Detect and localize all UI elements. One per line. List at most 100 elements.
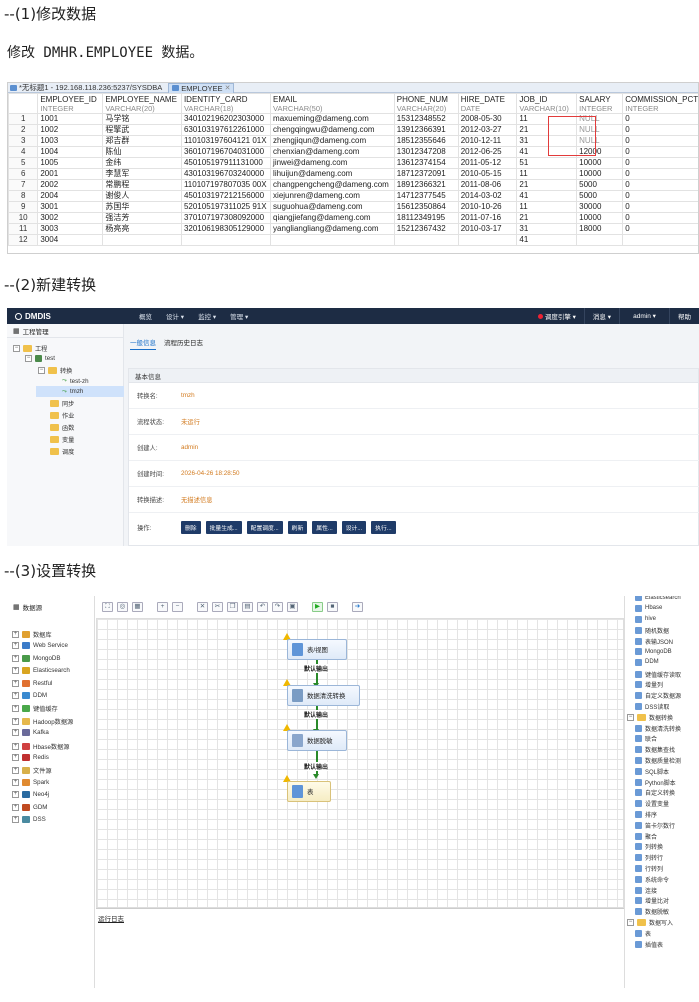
nav-messages[interactable]: 消息 ▾	[583, 308, 619, 324]
table-cell[interactable]: 2010-10-26	[457, 201, 518, 213]
tree-item-job[interactable]: 作业	[50, 411, 74, 420]
tab-general-info[interactable]: 一般信息	[130, 337, 156, 350]
table-cell[interactable]: 370107197308092000	[180, 212, 272, 224]
table-cell[interactable]: qiangjiefang@dameng.com	[270, 212, 395, 224]
table-cell[interactable]	[457, 234, 518, 246]
component-item[interactable]: 数据清洗转换	[635, 724, 681, 733]
table-cell[interactable]: 1002	[37, 124, 104, 136]
table-cell[interactable]: 18512355646	[393, 135, 459, 147]
tree-item-sync[interactable]: 同步	[50, 399, 74, 408]
column-header[interactable]: JOB_ID VARCHAR(10)	[516, 93, 578, 114]
component-item[interactable]: MongoDB	[635, 648, 672, 655]
tree-item-test-zh[interactable]: ⤳ test-zh	[62, 377, 89, 385]
grid-toggle-icon[interactable]: ▦	[132, 602, 143, 612]
table-cell[interactable]: 520105197311025 91X	[180, 201, 272, 213]
table-cell[interactable]: 马学铭	[102, 113, 182, 125]
tree-item-test[interactable]: − test	[25, 355, 55, 362]
column-header[interactable]: EMAIL VARCHAR(50)	[270, 93, 395, 114]
table-row[interactable]: 11 3003 杨亮亮 320106198305129000 yanglianglian…	[8, 223, 698, 235]
delete-button[interactable]: 删除	[181, 520, 201, 534]
collapse-icon[interactable]: −	[38, 367, 45, 374]
component-group[interactable]: − 数据写入	[627, 918, 673, 927]
tab-sql-editor[interactable]: *无标题1 - 192.168.118.236:5237/SYSDBA	[10, 83, 162, 93]
component-item[interactable]: hive	[635, 615, 656, 623]
collapse-icon[interactable]: −	[25, 355, 32, 362]
table-row[interactable]: 123004413004	[8, 234, 698, 246]
tree-item-transform[interactable]: − 转换	[38, 366, 72, 375]
nav-user[interactable]: admin ▾	[619, 308, 669, 324]
copy-icon[interactable]: ❐	[227, 602, 238, 612]
redo-icon[interactable]: ↷	[272, 602, 283, 612]
table-cell[interactable]: 51	[516, 157, 578, 169]
table-cell[interactable]: 3003	[37, 223, 104, 235]
save-icon[interactable]: ▣	[287, 602, 298, 612]
table-cell[interactable]: changpengcheng@dameng.com	[270, 179, 395, 191]
component-item[interactable]: 列转行	[635, 853, 663, 862]
table-cell[interactable]: 李慧军	[102, 168, 182, 180]
table-cell[interactable]: 0	[622, 212, 698, 224]
table-cell[interactable]: 13912366391	[393, 124, 459, 136]
table-cell[interactable]: 340102196202303000	[180, 113, 272, 125]
table-cell[interactable]: 110107197807035 00X	[180, 179, 272, 191]
table-cell[interactable]: 21	[516, 179, 578, 191]
component-item[interactable]: 聚合	[635, 832, 657, 841]
table-cell[interactable]: 15312348552	[393, 113, 459, 125]
datasource-item[interactable]: + Web Service	[12, 642, 68, 650]
expand-icon[interactable]: +	[12, 679, 19, 687]
table-cell[interactable]: 郑吉群	[102, 135, 182, 147]
expand-icon[interactable]: +	[12, 692, 19, 699]
table-cell[interactable]: 11	[516, 201, 578, 213]
expand-icon[interactable]: +	[12, 717, 19, 725]
table-cell[interactable]: 0	[622, 223, 698, 235]
table-cell[interactable]: suguohua@dameng.com	[270, 201, 395, 213]
nav-manage[interactable]: 管理 ▾	[223, 311, 255, 321]
config-schedule-button[interactable]: 配置调度...	[246, 520, 283, 534]
table-cell[interactable]: 13012347208	[393, 146, 459, 158]
table-cell[interactable]	[622, 234, 698, 246]
component-item[interactable]: 系统命令	[635, 875, 669, 884]
column-header[interactable]: EMPLOYEE_ID INTEGER	[37, 93, 104, 114]
expand-icon[interactable]: +	[12, 631, 19, 638]
zoom-in-icon[interactable]: +	[157, 602, 168, 612]
table-cell[interactable]: chengqingwu@dameng.com	[270, 124, 395, 136]
table-row[interactable]: 5 1005 金纬 450105197911131000 jinwei@dameng.c…	[8, 157, 698, 169]
expand-icon[interactable]: +	[12, 778, 19, 786]
component-item[interactable]: 增量比对	[635, 896, 669, 905]
forward-icon[interactable]: ➜	[352, 602, 363, 612]
table-cell[interactable]: 谢俊人	[102, 190, 182, 202]
table-cell[interactable]: 2012-06-25	[457, 146, 518, 158]
design-canvas[interactable]: 表/视图 默认输出 数据清洗转换 默认输出 数据脱敏 默认输出 表	[96, 618, 624, 908]
table-cell[interactable]	[576, 234, 624, 246]
nav-overview[interactable]: 概览	[132, 311, 159, 321]
table-cell[interactable]: 0	[622, 124, 698, 136]
datasource-item[interactable]: + 键值缓存	[12, 704, 58, 713]
component-item[interactable]: 数据脱敏	[635, 907, 669, 916]
column-header[interactable]: IDENTITY_CARD VARCHAR(18)	[180, 93, 272, 114]
expand-icon[interactable]: +	[12, 767, 19, 775]
expand-icon[interactable]: +	[12, 803, 19, 811]
table-row[interactable]: 9 3001 苏国华 520105197311025 91X suguohua@dame…	[8, 201, 698, 213]
table-cell[interactable]	[270, 234, 395, 246]
table-cell[interactable]: 2002	[37, 179, 104, 191]
table-cell[interactable]: 11	[516, 168, 578, 180]
tree-item-function[interactable]: 函数	[50, 423, 74, 432]
table-cell[interactable]: lihuijun@dameng.com	[270, 168, 395, 180]
datasource-item[interactable]: + DDM	[12, 692, 47, 699]
component-item[interactable]: Elasticsearch	[635, 596, 681, 601]
table-cell[interactable]: 1005	[37, 157, 104, 169]
table-cell[interactable]: 3004	[37, 234, 104, 246]
table-cell[interactable]: 360107196704031000	[180, 146, 272, 158]
datasource-item[interactable]: + Restful	[12, 679, 52, 687]
table-cell[interactable]: 21	[516, 212, 578, 224]
table-cell[interactable]: 0	[622, 179, 698, 191]
table-cell[interactable]: jinwei@dameng.com	[270, 157, 395, 169]
nav-help[interactable]: 帮助	[669, 308, 699, 324]
datasource-item[interactable]: + Hadoop数据源	[12, 717, 73, 726]
column-header[interactable]: PHONE_NUM VARCHAR(20)	[393, 93, 459, 114]
table-cell[interactable]: 13612374154	[393, 157, 459, 169]
datasource-item[interactable]: + Spark	[12, 778, 49, 786]
table-cell[interactable]: maxueming@dameng.com	[270, 113, 395, 125]
nav-design[interactable]: 设计 ▾	[159, 311, 191, 321]
table-cell[interactable]: 2010-03-17	[457, 223, 518, 235]
table-row[interactable]: 6 2001 李慧军 430103196703240000 lihuijun@damen…	[8, 168, 698, 180]
